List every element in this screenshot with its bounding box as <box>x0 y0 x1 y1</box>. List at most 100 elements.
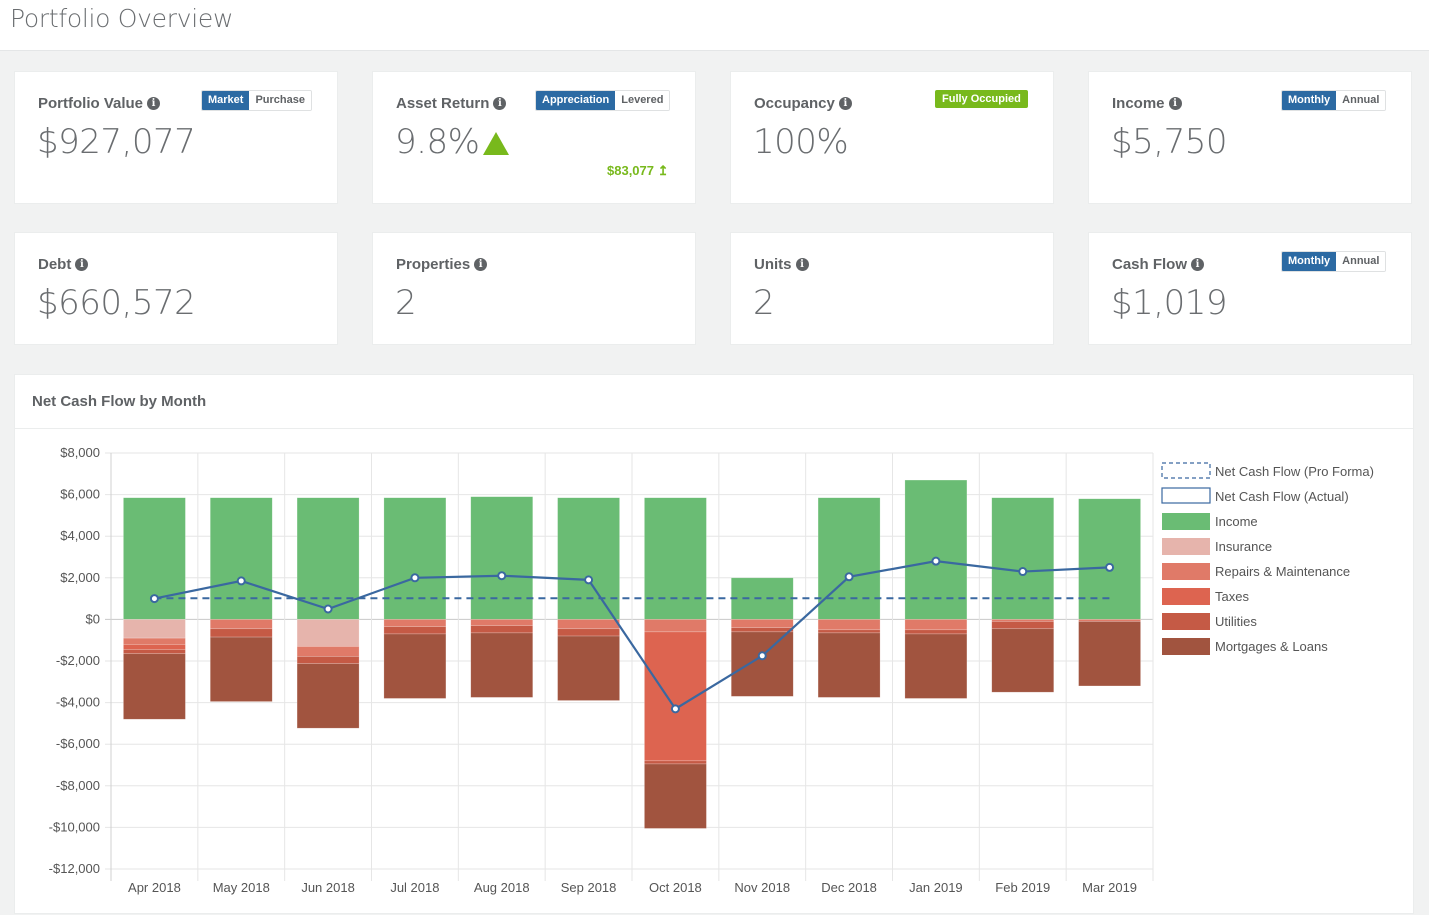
chart-header: Net Cash Flow by Month <box>15 375 1413 429</box>
legend-item-net-cash-flow-pro-forma-[interactable]: Net Cash Flow (Pro Forma) <box>1161 462 1374 479</box>
net-cash-flow-chart: $8,000 $6,000 $4,000 $2,000 $0 -$2,000 -$4,000… <box>49 445 1374 895</box>
trend-up-icon <box>483 132 509 155</box>
cash-flow-label: Cash Flow i <box>1112 256 1205 273</box>
info-icon[interactable]: i <box>474 258 488 271</box>
info-icon[interactable]: i <box>838 97 852 110</box>
actual-point-dec-2018 <box>844 572 854 582</box>
x-tick-label: Mar 2019 <box>1082 880 1137 895</box>
y-tick-label: $0 <box>86 611 100 626</box>
bar-repairs-maintenance-aug-2018 <box>470 619 534 626</box>
legend-item-taxes[interactable]: Taxes <box>1162 588 1249 605</box>
bar-income-jul-2018 <box>383 497 447 620</box>
chart-legend: Net Cash Flow (Pro Forma) Net Cash Flow (… <box>1161 462 1374 655</box>
appreciation-toggle-button[interactable]: Appreciation <box>536 91 616 110</box>
x-tick-label: May 2018 <box>213 880 270 895</box>
legend-item-net-cash-flow-actual-[interactable]: Net Cash Flow (Actual) <box>1161 487 1349 504</box>
bar-insurance-jun-2018 <box>296 619 360 647</box>
cash-flow-card: Cash Flow i Monthly Annual $1,019 <box>1088 232 1412 345</box>
info-icon[interactable]: i <box>147 97 161 110</box>
legend-swatch-dashed <box>1161 462 1211 479</box>
y-tick-label: -$10,000 <box>49 819 100 834</box>
monthly-toggle-button[interactable]: Monthly <box>1282 252 1337 271</box>
legend-item-utilities[interactable]: Utilities <box>1162 613 1257 630</box>
legend-item-mortgages-loans[interactable]: Mortgages & Loans <box>1162 638 1328 655</box>
x-tick-label: Jun 2018 <box>301 880 355 895</box>
x-tick-label: Jul 2018 <box>390 880 439 895</box>
legend-swatch <box>1162 638 1210 655</box>
asset-return-label: Asset Return i <box>396 95 507 112</box>
bar-income-dec-2018 <box>817 497 881 620</box>
info-icon[interactable]: i <box>1168 97 1182 110</box>
monthly-toggle-button[interactable]: Monthly <box>1282 91 1337 110</box>
x-tick-label: Apr 2018 <box>128 880 181 895</box>
bar-income-may-2018 <box>209 497 273 620</box>
bar-repairs-maintenance-nov-2018 <box>730 619 794 629</box>
bar-repairs-maintenance-sep-2018 <box>557 619 620 630</box>
levered-toggle-button[interactable]: Levered <box>615 91 670 110</box>
units-value: 2 <box>753 283 775 323</box>
info-icon[interactable]: i <box>1191 258 1205 271</box>
bar-mortgages-loans-sep-2018 <box>557 635 620 701</box>
bar-repairs-maintenance-mar-2019 <box>1078 619 1141 622</box>
actual-point-jun-2018 <box>323 604 333 614</box>
bar-repairs-maintenance-apr-2018 <box>123 637 186 645</box>
legend-label: Income <box>1215 514 1258 529</box>
properties-label: Properties i <box>396 256 488 273</box>
bar-utilities-jun-2018 <box>296 656 360 665</box>
income-period-toggle: Monthly Annual <box>1281 90 1387 111</box>
y-tick-label: -$6,000 <box>56 736 100 751</box>
annual-toggle-button[interactable]: Annual <box>1336 91 1386 110</box>
bar-mortgages-loans-aug-2018 <box>470 632 534 698</box>
legend-label: Mortgages & Loans <box>1215 639 1328 654</box>
actual-point-mar-2019 <box>1105 562 1115 572</box>
debt-label: Debt i <box>38 256 89 273</box>
debt-card: Debt i $660,572 <box>14 232 338 345</box>
info-icon[interactable]: i <box>75 258 89 271</box>
portfolio-value-card: Portfolio Value i Market Purchase $927,0… <box>14 71 338 204</box>
legend-item-insurance[interactable]: Insurance <box>1162 538 1272 555</box>
y-tick-label: -$8,000 <box>56 778 100 793</box>
bar-repairs-maintenance-may-2018 <box>209 619 273 630</box>
asset-return-value: 9.8% <box>395 122 480 162</box>
bar-mortgages-loans-jun-2018 <box>296 663 360 729</box>
actual-point-aug-2018 <box>497 571 507 581</box>
legend-item-repairs-maintenance[interactable]: Repairs & Maintenance <box>1162 563 1350 580</box>
legend-label: Repairs & Maintenance <box>1215 564 1350 579</box>
info-icon[interactable]: i <box>493 97 507 110</box>
annual-toggle-button[interactable]: Annual <box>1336 252 1386 271</box>
debt-value: $660,572 <box>37 283 196 323</box>
net-cash-flow-panel: Net Cash Flow by Month $8,000 $6,000 $4,00… <box>14 374 1414 914</box>
legend-swatch-outline <box>1161 487 1211 504</box>
y-tick-label: $6,000 <box>60 487 100 502</box>
actual-point-apr-2018 <box>149 594 159 604</box>
bar-insurance-apr-2018 <box>123 619 186 639</box>
y-tick-label: $8,000 <box>60 445 100 460</box>
x-tick-label: Dec 2018 <box>821 880 877 895</box>
actual-point-jul-2018 <box>410 573 420 583</box>
income-card: Income i Monthly Annual $5,750 <box>1088 71 1412 204</box>
bar-taxes-apr-2018 <box>123 644 186 650</box>
portfolio-value: $927,077 <box>37 122 196 162</box>
properties-value: 2 <box>395 283 417 323</box>
actual-point-may-2018 <box>236 576 246 586</box>
bar-utilities-oct-2018 <box>644 760 707 765</box>
legend-item-income[interactable]: Income <box>1162 513 1258 530</box>
info-icon[interactable]: i <box>795 258 809 271</box>
units-label: Units i <box>754 256 809 273</box>
bar-income-sep-2018 <box>557 497 620 620</box>
bar-utilities-dec-2018 <box>817 629 881 634</box>
bar-utilities-sep-2018 <box>557 628 620 637</box>
actual-point-feb-2019 <box>1018 567 1028 577</box>
y-tick-label: -$4,000 <box>56 695 100 710</box>
page-title: Portfolio Overview <box>10 4 234 33</box>
bar-utilities-apr-2018 <box>123 649 186 655</box>
bar-mortgages-loans-nov-2018 <box>730 631 794 697</box>
bar-repairs-maintenance-oct-2018 <box>644 619 707 633</box>
income-value: $5,750 <box>1111 122 1227 162</box>
purchase-toggle-button[interactable]: Purchase <box>249 91 311 110</box>
market-toggle-button[interactable]: Market <box>202 91 250 110</box>
actual-point-oct-2018 <box>670 704 680 714</box>
x-tick-label: Feb 2019 <box>995 880 1050 895</box>
legend-label: Net Cash Flow (Actual) <box>1215 489 1349 504</box>
bar-repairs-maintenance-jan-2019 <box>904 619 968 631</box>
